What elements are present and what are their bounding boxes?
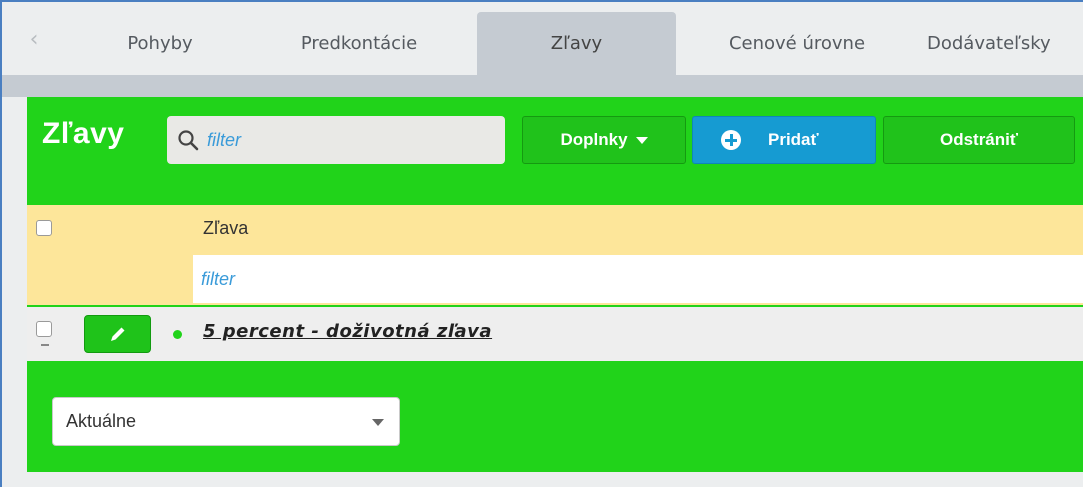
tab-bar: ‹ Pohyby Predkontácie Zľavy Cenové úrovn…	[2, 2, 1083, 75]
tab-pohyby[interactable]: Pohyby	[100, 12, 220, 75]
tab-zlavy[interactable]: Zľavy	[477, 12, 676, 75]
column-header-discount[interactable]: Zľava	[203, 218, 248, 239]
search-input[interactable]	[207, 116, 497, 164]
addons-dropdown-button[interactable]: Doplnky	[522, 116, 686, 164]
pencil-icon	[111, 327, 125, 341]
view-select-value: Aktuálne	[66, 411, 137, 431]
edit-button[interactable]	[84, 315, 151, 353]
chevron-left-icon[interactable]: ‹	[20, 26, 48, 54]
column-filter-input[interactable]	[201, 255, 1071, 303]
view-select[interactable]: Aktuálne	[52, 397, 400, 446]
discounts-panel: Zľavy Doplnky Pridať Odstrániť Zľava	[27, 97, 1083, 472]
addons-label: Doplnky	[560, 130, 628, 149]
caret-down-icon	[635, 137, 648, 145]
discount-name-link[interactable]: 5 percent - doživotná zľava	[203, 321, 492, 342]
tab-dodavatelsky[interactable]: Dodávateľsky	[927, 12, 1083, 75]
row-checkbox[interactable]	[36, 321, 52, 337]
table-row: 5 percent - doživotná zľava	[27, 307, 1083, 361]
tab-strip	[2, 75, 1083, 97]
add-button[interactable]: Pridať	[692, 116, 876, 164]
chevron-down-icon	[372, 419, 384, 426]
remove-button[interactable]: Odstrániť	[883, 116, 1075, 164]
search-box	[167, 116, 505, 164]
search-icon	[178, 130, 199, 151]
row-checkbox-mark	[41, 344, 49, 346]
select-all-checkbox[interactable]	[36, 220, 52, 236]
status-dot	[173, 330, 182, 339]
add-label: Pridať	[768, 130, 819, 149]
tab-predkontacie[interactable]: Predkontácie	[270, 12, 448, 75]
plus-circle-icon	[721, 130, 741, 150]
table-header: Zľava	[27, 205, 1083, 305]
remove-label: Odstrániť	[939, 130, 1019, 149]
tab-cenove-urovne[interactable]: Cenové úrovne	[702, 12, 892, 75]
panel-title: Zľavy	[42, 117, 125, 150]
column-filter-row	[193, 255, 1083, 303]
